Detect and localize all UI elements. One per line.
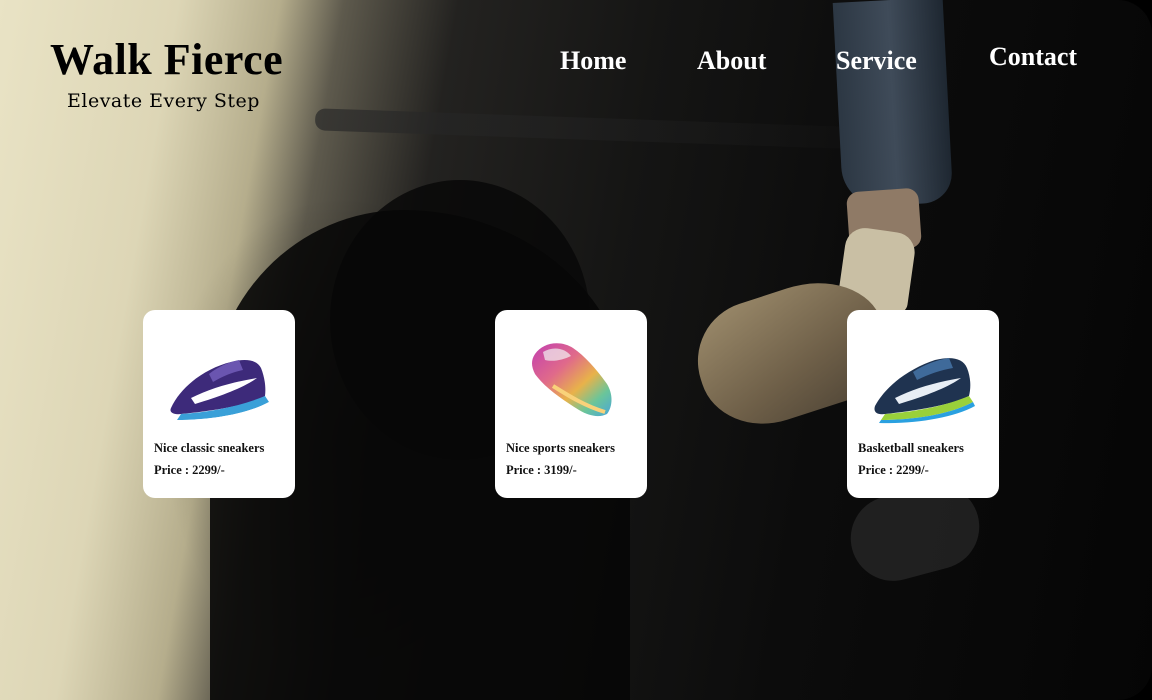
brand-tagline: Elevate Every Step: [67, 90, 260, 112]
product-card[interactable]: Basketball sneakers Price : 2299/-: [847, 310, 999, 498]
purple-sneaker-image: [170, 360, 271, 424]
product-price: Price : 2299/-: [154, 463, 225, 477]
nav-contact-link[interactable]: Contact: [989, 42, 1077, 72]
curb-shadow: [314, 108, 876, 150]
nav-home-link[interactable]: Home: [560, 46, 626, 76]
product-name: Basketball sneakers: [858, 441, 964, 455]
blue-sneaker-image: [874, 358, 975, 424]
nav-about-link[interactable]: About: [697, 46, 766, 76]
brand-title: Walk Fierce: [50, 35, 284, 84]
product-card[interactable]: Nice sports sneakers Price : 3199/-: [495, 310, 647, 498]
rainbow-sneaker-image: [532, 343, 612, 417]
product-name: Nice classic sneakers: [154, 441, 265, 455]
nav-service-link[interactable]: Service: [836, 46, 917, 76]
product-card[interactable]: Nice classic sneakers Price : 2299/-: [143, 310, 295, 498]
brand-logo[interactable]: Walk Fierce Elevate Every Step: [50, 35, 284, 113]
hero-background: Walk Fierce Elevate Every Step Home Abou…: [0, 0, 1152, 700]
jeans-leg: [832, 0, 954, 208]
product-price: Price : 3199/-: [506, 463, 577, 477]
product-price: Price : 2299/-: [858, 463, 929, 477]
product-name: Nice sports sneakers: [506, 441, 616, 455]
